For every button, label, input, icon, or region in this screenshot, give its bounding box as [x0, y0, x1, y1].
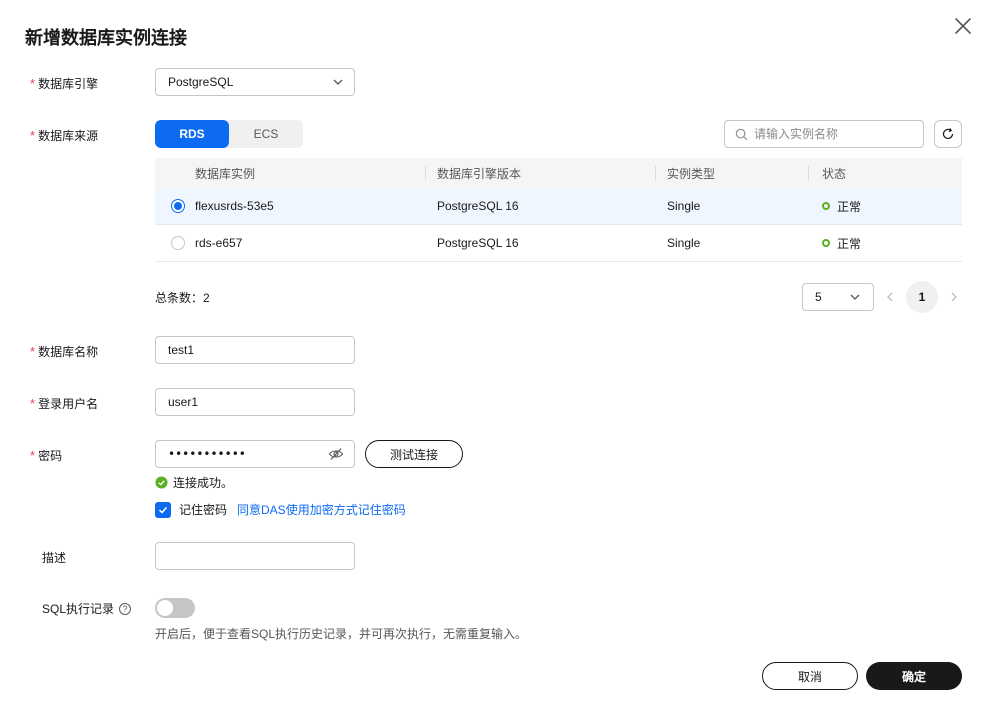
table-header: 数据库实例 数据库引擎版本 实例类型 状态: [155, 158, 962, 188]
status-dot-icon: [822, 202, 830, 210]
row-radio[interactable]: [171, 236, 185, 250]
table-row[interactable]: flexusrds-53e5 PostgreSQL 16 Single 正常: [155, 188, 962, 225]
page-size-select[interactable]: 5: [802, 283, 874, 311]
cancel-button[interactable]: 取消: [762, 662, 858, 690]
chevron-right-icon: [951, 292, 957, 302]
status-text: 正常: [837, 236, 862, 251]
page-title: 新增数据库实例连接: [25, 28, 187, 48]
password-label-text: 密码: [38, 449, 63, 463]
required-mark: *: [30, 396, 36, 411]
page-size-value: 5: [815, 290, 822, 304]
eye-off-icon[interactable]: [328, 447, 344, 461]
remember-checkbox[interactable]: [155, 501, 171, 518]
required-mark: *: [30, 76, 36, 91]
success-text: 连接成功。: [173, 476, 234, 490]
source-tabs: RDS ECS: [155, 120, 303, 148]
check-circle-icon: [155, 476, 168, 489]
page-number-current[interactable]: 1: [906, 281, 938, 313]
required-mark: *: [30, 448, 36, 463]
username-label: * 登录用户名: [30, 395, 98, 412]
description-input[interactable]: [155, 542, 355, 570]
source-label: * 数据库来源: [30, 127, 98, 144]
password-field: [155, 440, 355, 468]
instance-table: 数据库实例 数据库引擎版本 实例类型 状态 flexusrds-53e5 Pos…: [155, 158, 962, 262]
instance-type: Single: [667, 199, 701, 213]
next-page-button[interactable]: [946, 287, 962, 307]
password-input[interactable]: [168, 447, 318, 461]
search-input[interactable]: [754, 127, 914, 141]
status-text: 正常: [837, 199, 862, 214]
connection-success: 连接成功。: [155, 474, 233, 491]
engine-select-value: PostgreSQL: [168, 75, 234, 89]
sql-history-toggle[interactable]: [155, 598, 195, 618]
sql-history-hint: 开启后，便于查看SQL执行历史记录，并可再次执行，无需重复输入。: [155, 627, 528, 641]
instance-name: flexusrds-53e5: [195, 199, 274, 213]
instance-type: Single: [667, 236, 701, 250]
check-icon: [158, 506, 168, 514]
engine-version: PostgreSQL 16: [437, 199, 519, 213]
prev-page-button[interactable]: [882, 287, 898, 307]
tab-ecs[interactable]: ECS: [229, 120, 303, 148]
db-name-label-text: 数据库名称: [38, 345, 99, 359]
required-mark: *: [30, 344, 36, 359]
password-label: * 密码: [30, 447, 62, 464]
search-icon: [735, 128, 748, 140]
refresh-icon: [942, 128, 954, 140]
col-instance: 数据库实例: [195, 166, 256, 181]
required-mark: *: [30, 128, 36, 143]
remember-policy-link[interactable]: 同意DAS使用加密方式记住密码: [237, 501, 406, 518]
col-status: 状态: [808, 158, 962, 188]
table-row[interactable]: rds-e657 PostgreSQL 16 Single 正常: [155, 225, 962, 262]
row-radio[interactable]: [171, 199, 185, 213]
sql-history-label: SQL执行记录?: [42, 600, 132, 617]
chevron-down-icon: [333, 79, 343, 85]
sql-history-label-text: SQL执行记录: [42, 602, 115, 616]
source-label-text: 数据库来源: [38, 129, 99, 143]
help-icon[interactable]: ?: [119, 602, 132, 615]
engine-version: PostgreSQL 16: [437, 236, 519, 250]
username-input[interactable]: [155, 388, 355, 416]
search-box: [724, 120, 924, 148]
engine-label-text: 数据库引擎: [38, 77, 99, 91]
total-count: 总条数：2: [155, 291, 210, 305]
refresh-button[interactable]: [934, 120, 962, 148]
description-label: 描述: [42, 551, 67, 565]
status-dot-icon: [822, 239, 830, 247]
username-label-text: 登录用户名: [38, 397, 99, 411]
chevron-down-icon: [850, 294, 860, 300]
remember-password: 记住密码 同意DAS使用加密方式记住密码: [155, 501, 406, 518]
engine-label: * 数据库引擎: [30, 75, 98, 92]
chevron-left-icon: [887, 292, 893, 302]
db-name-input[interactable]: [155, 336, 355, 364]
instance-name: rds-e657: [195, 236, 243, 250]
db-name-label: * 数据库名称: [30, 343, 98, 360]
tab-rds[interactable]: RDS: [155, 120, 229, 148]
col-type: 实例类型: [655, 158, 808, 188]
engine-select[interactable]: PostgreSQL: [155, 68, 355, 96]
confirm-button[interactable]: 确定: [866, 662, 962, 690]
remember-label: 记住密码: [179, 503, 228, 517]
close-icon[interactable]: [951, 14, 975, 38]
test-connection-button[interactable]: 测试连接: [365, 440, 463, 468]
col-version: 数据库引擎版本: [425, 158, 655, 188]
